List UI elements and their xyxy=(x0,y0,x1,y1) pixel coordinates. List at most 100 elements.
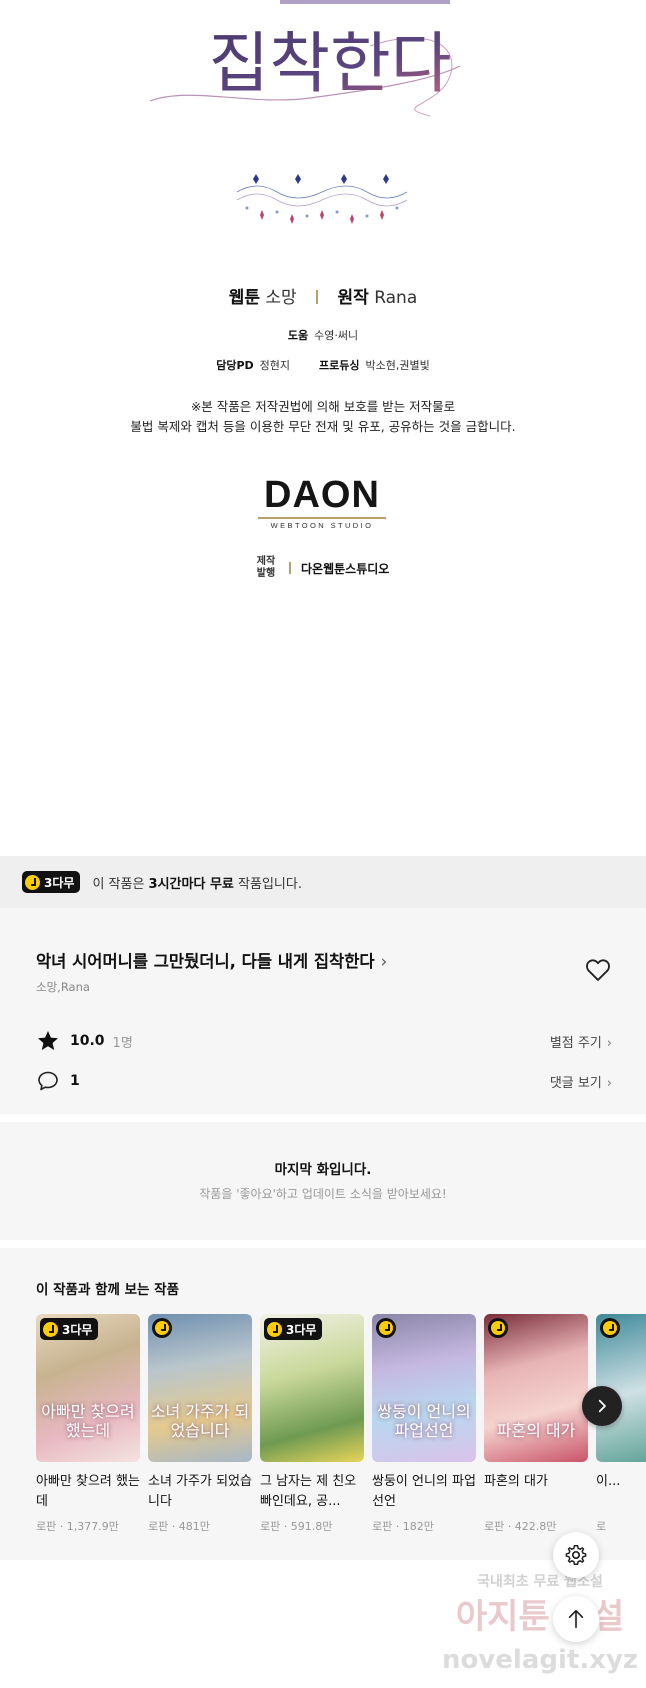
rate-button[interactable]: 별점 주기 › xyxy=(550,1032,612,1051)
producing-value: 박소현,권별빛 xyxy=(365,359,430,372)
free-banner-text: 이 작품은 3시간마다 무료 작품입니다. xyxy=(92,873,302,892)
chevron-right-icon: › xyxy=(606,1075,612,1091)
rec-views: 182만 xyxy=(402,1520,434,1533)
ornament-divider xyxy=(236,174,408,224)
assist-value: 수영·써니 xyxy=(314,329,359,342)
chevron-right-icon: › xyxy=(606,1035,612,1051)
gold-separator xyxy=(289,562,291,574)
rec-genre: 로판 xyxy=(372,1520,393,1533)
credit-webtoon-original: 웹툰 소망 원작 Rana xyxy=(0,283,646,308)
rec-item[interactable]: 쌍둥이 언니의 파업선언 쌍둥이 언니의 파업 선언 로판 · 182만 xyxy=(372,1314,476,1534)
clock-icon xyxy=(600,1318,620,1338)
arrow-up-icon xyxy=(568,1609,584,1629)
recommendations-section: 이 작품과 함께 보는 작품 3다무 아빠만 찾으려 했는데 아빠만 찾으려 했… xyxy=(0,1248,646,1560)
rating-count: 1명 xyxy=(112,1035,133,1051)
free-banner: 3다무 이 작품은 3시간마다 무료 작품입니다. xyxy=(0,856,646,908)
badge-label: 3다무 xyxy=(286,1322,317,1337)
wait-free-badge: 3다무 xyxy=(264,1318,323,1340)
wait-free-badge: 3다무 xyxy=(40,1318,99,1340)
producer-label-2: 발행 xyxy=(256,568,276,579)
site-watermark: 국내최초 무료 웹소설 아지툰 소설 novelagit.xyz xyxy=(442,1574,638,1675)
credit-assist: 도움 수영·써니 xyxy=(0,327,646,343)
producer-value: 다온웹툰스튜디오 xyxy=(301,561,390,576)
scroll-top-button[interactable] xyxy=(553,1596,599,1642)
last-chapter-subtitle: 작품을 '좋아요'하고 업데이트 소식을 받아보세요! xyxy=(199,1187,447,1201)
comment-row: 1 댓글 보기 › xyxy=(36,1068,612,1094)
logo-main-text: DAON xyxy=(264,474,380,516)
rating-row: 10.0 1명 별점 주기 › xyxy=(36,1028,612,1054)
rec-thumbnail: 파혼의 대가 xyxy=(484,1314,588,1462)
rec-title: 아빠만 찾으려 했는데 xyxy=(36,1474,140,1509)
recommendations-heading: 이 작품과 함께 보는 작품 xyxy=(36,1282,179,1298)
clock-icon xyxy=(152,1318,172,1338)
clock-icon xyxy=(43,1321,58,1337)
copyright-notice: ※본 작품은 저작권법에 의해 보호를 받는 저작물로 불법 복제와 캡처 등을… xyxy=(0,397,646,437)
rec-item[interactable]: 3다무 아빠만 찾으려 했는데 아빠만 찾으려 했는데 로판 · 1,377.9… xyxy=(36,1314,140,1534)
producer-labels: 제작 발행 xyxy=(255,556,277,580)
rec-views: 422.8만 xyxy=(514,1520,557,1533)
logo-sub-text: WEBTOON STUDIO xyxy=(258,517,386,530)
pd-value: 정현지 xyxy=(259,359,291,372)
rec-item[interactable]: 파혼의 대가 파혼의 대가 로판 · 422.8만 xyxy=(484,1314,588,1534)
comments-label: 댓글 보기 xyxy=(549,1075,602,1091)
clock-icon xyxy=(25,874,40,890)
rate-label: 별점 주기 xyxy=(549,1035,602,1051)
series-authors: 소망,Rana xyxy=(36,980,90,994)
last-chapter-notice: 마지막 화입니다. 작품을 '좋아요'하고 업데이트 소식을 받아보세요! xyxy=(0,1122,646,1240)
series-title-link[interactable]: 악녀 시어머니를 그만뒀더니, 다들 내게 집착한다 › xyxy=(36,948,387,972)
notice-line-2: 불법 복제와 캡처 등을 이용한 무단 전재 및 유포, 공유하는 것을 금합니… xyxy=(130,419,516,434)
rec-title: 그 남자는 제 친오빠인데요, 공... xyxy=(260,1474,357,1509)
rec-thumbnail: 소녀 가주가 되었습니다 xyxy=(148,1314,252,1462)
rec-genre: 로 xyxy=(596,1520,607,1533)
svg-text:novelagit.xyz: novelagit.xyz xyxy=(442,1645,638,1675)
webtoon-label: 웹툰 xyxy=(228,288,261,308)
rec-views: 1,377.9만 xyxy=(66,1520,119,1533)
carousel-next-button[interactable] xyxy=(582,1386,622,1426)
heart-icon[interactable] xyxy=(584,956,612,984)
comment-icon xyxy=(38,1071,58,1091)
free-text-bold: 3시간마다 무료 xyxy=(148,876,234,892)
clock-icon xyxy=(267,1321,282,1337)
credits-page: 집착한다 웹툰 소망 원작 Rana 도움 수영·써니 담당PD 정현지 프로듀… xyxy=(0,0,646,856)
rec-item[interactable]: 3다무 그 남자는 제 친오빠인데요, 공... 로판 · 591.8만 xyxy=(260,1314,364,1534)
cover-title-art: 소녀 가주가 되었습니다 xyxy=(150,1402,250,1440)
daon-logo: DAON WEBTOON STUDIO xyxy=(258,474,386,530)
rec-genre: 로판 xyxy=(148,1520,169,1533)
title-art-logo: 집착한다 xyxy=(149,0,461,117)
rec-views: 481만 xyxy=(178,1520,210,1533)
producer-credit: 제작 발행 다온웹툰스튜디오 xyxy=(255,556,390,580)
free-text-after: 작품입니다. xyxy=(233,876,302,892)
rec-thumbnail: 3다무 xyxy=(260,1314,364,1462)
clock-icon xyxy=(376,1318,396,1338)
rec-thumbnail: 쌍둥이 언니의 파업선언 xyxy=(372,1314,476,1462)
rating-value: 10.0 xyxy=(70,1033,105,1049)
badge-label: 3다무 xyxy=(62,1322,93,1337)
last-chapter-title: 마지막 화입니다. xyxy=(274,1162,372,1178)
cover-title-art: 파혼의 대가 xyxy=(496,1421,576,1440)
comments-button[interactable]: 댓글 보기 › xyxy=(550,1072,612,1091)
rec-meta: 로판 · 481만 xyxy=(148,1520,210,1533)
notice-line-1: ※본 작품은 저작권법에 의해 보호를 받는 저작물로 xyxy=(190,399,456,414)
settings-button[interactable] xyxy=(553,1532,599,1578)
star-icon xyxy=(38,1031,58,1050)
series-info-card: 악녀 시어머니를 그만뒀더니, 다들 내게 집착한다 › 소망,Rana 10.0… xyxy=(0,908,646,1114)
assist-label: 도움 xyxy=(287,329,309,342)
svg-text:집착한다: 집착한다 xyxy=(209,25,452,102)
rec-meta: 로 xyxy=(596,1518,646,1534)
rec-title: 소녀 가주가 되었습니다 xyxy=(148,1474,252,1509)
rec-meta: 로판 · 591.8만 xyxy=(260,1520,333,1533)
rec-meta: 로판 · 1,377.9만 xyxy=(36,1520,119,1533)
producing-label: 프로듀싱 xyxy=(319,359,360,372)
badge-label: 3다무 xyxy=(44,875,75,890)
settings-icon xyxy=(565,1545,587,1565)
rec-title: 파혼의 대가 xyxy=(484,1474,548,1489)
series-title: 악녀 시어머니를 그만뒀더니, 다들 내게 집착한다 xyxy=(36,952,375,971)
rec-title: 쌍둥이 언니의 파업 선언 xyxy=(372,1474,476,1509)
credit-pd-producing: 담당PD 정현지 프로듀싱 박소현,권별빛 xyxy=(0,357,646,373)
webtoon-value: 소망 xyxy=(265,288,297,308)
rec-thumbnail: 3다무 아빠만 찾으려 했는데 xyxy=(36,1314,140,1462)
rec-item[interactable]: 소녀 가주가 되었습니다 소녀 가주가 되었습니다 로판 · 481만 xyxy=(148,1314,252,1534)
rec-views: 591.8만 xyxy=(290,1520,333,1533)
rec-genre: 로판 xyxy=(260,1520,281,1533)
gold-separator xyxy=(316,290,319,304)
